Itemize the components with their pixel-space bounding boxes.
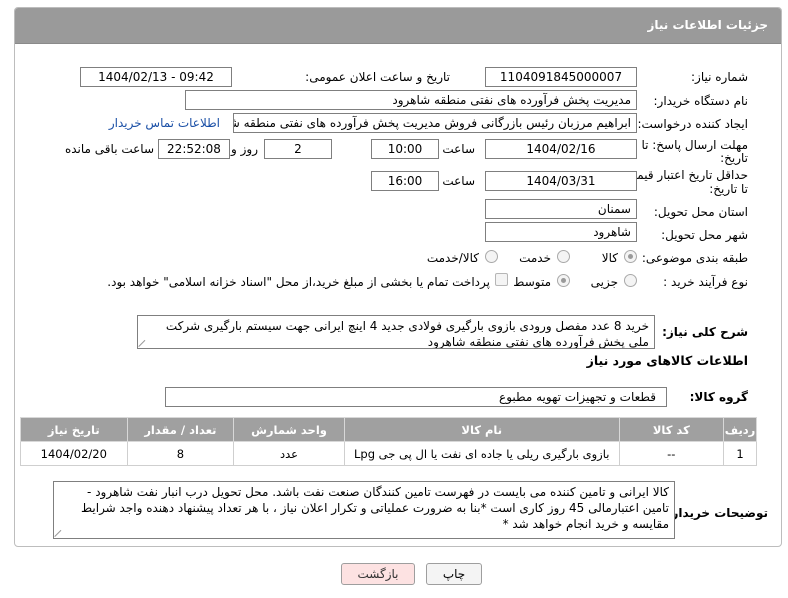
price-validity-date-field: 1404/03/31 (485, 171, 637, 191)
category-label: طبقه بندی موضوعی: (641, 251, 748, 265)
purchase-process-label: نوع فرآیند خرید : (663, 275, 748, 289)
col-quantity: تعداد / مقدار (126, 417, 235, 442)
panel-header: جزئیات اطلاعات نیاز (15, 8, 781, 44)
col-code: کد کالا (618, 417, 725, 442)
col-need-date: تاریخ نیاز (20, 417, 128, 442)
city-label: شهر محل تحویل: (661, 228, 748, 242)
resize-grip-icon (55, 529, 63, 537)
deadline-date-field: 1404/02/16 (485, 139, 637, 159)
need-number-label: شماره نیاز: (691, 70, 748, 84)
cell-code: -- (618, 441, 725, 466)
resize-grip-icon (139, 339, 147, 347)
category-radio-goods[interactable] (624, 250, 637, 263)
deadline-label-date: تاریخ: (720, 151, 748, 165)
category-option-service: خدمت (519, 251, 551, 265)
cell-need-date: 1404/02/20 (20, 441, 128, 466)
price-validity-label-date: تا تاریخ: (709, 182, 748, 196)
treasury-payment-note: پرداخت تمام یا بخشی از مبلغ خرید،از محل … (107, 275, 490, 289)
need-description-text: خرید 8 عدد مفصل ورودی بازوی بارگیری فولا… (137, 315, 655, 349)
process-radio-medium[interactable] (557, 274, 570, 287)
deadline-time-label: ساعت (442, 142, 475, 156)
announce-datetime-label: تاریخ و ساعت اعلان عمومی: (305, 70, 450, 84)
buyer-notes-label: توضیحات خریدار: (666, 506, 768, 520)
category-option-goods-service: کالا/خدمت (426, 251, 479, 265)
announce-datetime-field: 1404/02/13 - 09:42 (80, 67, 232, 87)
process-radio-minor[interactable] (624, 274, 637, 287)
col-name: نام کالا (343, 417, 620, 442)
category-radio-service[interactable] (557, 250, 570, 263)
province-field: سمنان (485, 199, 637, 219)
col-unit: واحد شمارش (233, 417, 345, 442)
province-label: استان محل تحویل: (653, 205, 748, 219)
table-row: 1 -- بازوی بارگیری ریلی یا جاده ای نفت ی… (20, 441, 757, 466)
days-label: روز و (231, 142, 258, 156)
price-validity-time-field: 16:00 (371, 171, 439, 191)
remaining-time-label: ساعت باقی مانده (64, 142, 154, 156)
goods-info-title: اطلاعات کالاهای مورد نیاز (586, 353, 748, 368)
process-option-medium: متوسط (513, 275, 551, 289)
goods-group-field: قطعات و تجهیزات تهویه مطبوع (165, 387, 667, 407)
deadline-time-field: 10:00 (371, 139, 439, 159)
price-validity-label: حداقل تاریخ اعتبار قیمت: (621, 168, 748, 182)
need-number-field: 1104091845000007 (485, 67, 637, 87)
buyer-org-label: نام دستگاه خریدار: (653, 94, 749, 108)
col-row: ردیف (723, 417, 757, 442)
buyer-notes-value: کالا ایرانی و تامین کننده می بایست در فه… (81, 485, 669, 531)
category-option-goods: کالا (601, 251, 618, 265)
need-description-label: شرح کلی نیاز: (662, 325, 748, 339)
goods-table-header: ردیف کد کالا نام کالا واحد شمارش تعداد /… (20, 417, 757, 442)
creator-label: ایجاد کننده درخواست: (637, 117, 748, 131)
deadline-label: مهلت ارسال پاسخ: تا (641, 138, 748, 152)
buyer-org-field: مدیریت پخش فرآورده های نفتی منطقه شاهرود (185, 90, 637, 110)
panel-title: جزئیات اطلاعات نیاز (647, 18, 768, 32)
need-description-value: خرید 8 عدد مفصل ورودی بازوی بارگیری فولا… (165, 319, 649, 349)
treasury-payment-checkbox[interactable] (495, 273, 508, 286)
city-field: شاهرود (485, 222, 637, 242)
cell-unit: عدد (233, 441, 345, 466)
remaining-time-field: 22:52:08 (158, 139, 230, 159)
cell-quantity: 8 (126, 441, 235, 466)
creator-field: ابراهیم مرزبان رئیس بازرگانی فروش مدیریت… (233, 113, 637, 133)
buyer-notes-text: کالا ایرانی و تامین کننده می بایست در فه… (53, 481, 675, 539)
category-radio-goods-service[interactable] (485, 250, 498, 263)
back-button[interactable]: بازگشت (341, 563, 415, 585)
process-option-minor: جزیی (590, 275, 618, 289)
print-button[interactable]: چاپ (426, 563, 482, 585)
buyer-contact-link[interactable]: اطلاعات تماس خریدار (109, 116, 220, 130)
cell-row: 1 (723, 441, 757, 466)
goods-group-label: گروه کالا: (689, 390, 748, 404)
price-validity-time-label: ساعت (442, 174, 475, 188)
cell-name: بازوی بارگیری ریلی یا جاده ای نفت یا ال … (343, 441, 620, 466)
days-remaining-field: 2 (264, 139, 332, 159)
goods-table: ردیف کد کالا نام کالا واحد شمارش تعداد /… (20, 417, 757, 466)
